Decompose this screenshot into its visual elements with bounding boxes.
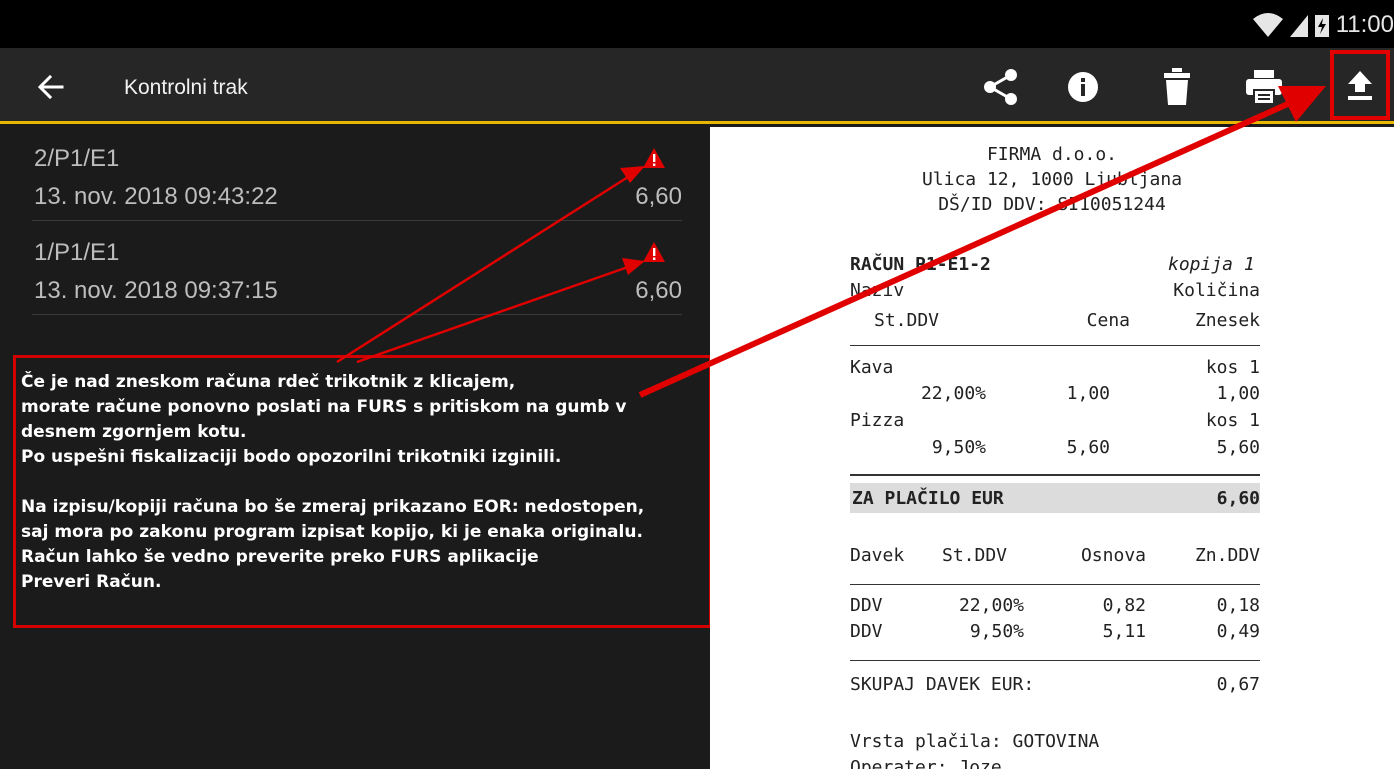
item-price: 1,00	[1066, 383, 1110, 404]
receipt-date: 13. nov. 2018 09:37:15	[34, 277, 278, 304]
copy-label: kopija 1	[1168, 254, 1255, 275]
tax-header: Davek	[850, 545, 905, 566]
annotation-line: desnem zgornjem kotu.	[21, 422, 247, 442]
divider	[850, 660, 1260, 661]
tax-row-vat: 0,18	[1216, 595, 1260, 616]
tax-header-vat: Zn.DDV	[1194, 545, 1260, 566]
trash-icon	[1164, 68, 1190, 105]
receipt-date: 13. nov. 2018 09:43:22	[34, 183, 278, 210]
header-qty: Količina	[1173, 280, 1260, 301]
tax-row-rate: 9,50%	[969, 621, 1024, 642]
item-qty: kos 1	[1205, 357, 1260, 378]
info-button[interactable]	[1059, 63, 1107, 111]
payment-method: Vrsta plačila: GOTOVINA	[850, 731, 1100, 752]
annotation-line: Po uspešni fiskalizaciji bodo opozorilni…	[21, 447, 562, 467]
item-amount: 5,60	[1216, 437, 1260, 458]
header-vat-rate: St.DDV	[874, 310, 940, 331]
warning-icon	[643, 242, 665, 262]
annotation-box: Če je nad zneskom računa rdeč trikotnik …	[13, 355, 712, 628]
back-button[interactable]	[32, 68, 72, 106]
share-icon	[984, 69, 1017, 105]
header-name: Naziv	[850, 280, 905, 301]
app-bar: Kontrolni trak	[0, 48, 1394, 124]
tax-row-base: 0,82	[1102, 595, 1146, 616]
tax-row-rate: 22,00%	[958, 595, 1024, 616]
total-value: 6,60	[1216, 488, 1260, 509]
upload-icon	[1348, 71, 1372, 100]
signal-icon	[1289, 15, 1308, 37]
item-vat-rate: 22,00%	[920, 383, 986, 404]
status-bar: 11:00	[0, 0, 1394, 48]
share-button[interactable]	[977, 63, 1025, 111]
company-address: Ulica 12, 1000 Ljubljana	[921, 169, 1183, 190]
arrow-back-icon	[37, 74, 64, 100]
divider	[850, 474, 1260, 476]
receipt-preview: FIRMA d.o.o. Ulica 12, 1000 Ljubljana DŠ…	[710, 127, 1394, 769]
item-amount: 1,00	[1216, 383, 1260, 404]
item-vat-rate: 9,50%	[931, 437, 986, 458]
tax-total-value: 0,67	[1216, 674, 1260, 695]
item-name: Pizza	[850, 410, 905, 431]
divider	[850, 584, 1260, 585]
divider	[850, 345, 1260, 346]
company-name: FIRMA d.o.o.	[986, 144, 1118, 165]
info-icon	[1068, 72, 1098, 102]
operator: Operater: Joze	[850, 757, 1002, 769]
tax-row-name: DDV	[850, 621, 883, 642]
annotation-line: morate račune ponovno poslati na FURS s …	[21, 397, 627, 417]
item-price: 5,60	[1066, 437, 1110, 458]
annotation-spacer	[21, 470, 705, 495]
annotation-line: Račun lahko še vedno preverite preko FUR…	[21, 547, 539, 567]
annotation-line: Preveri Račun.	[21, 572, 162, 592]
warning-icon	[643, 148, 665, 168]
invoice-number: RAČUN P1-E1-2	[850, 254, 991, 275]
tax-row-name: DDV	[850, 595, 883, 616]
header-price: Cena	[1086, 310, 1130, 331]
annotation-line: saj mora po zakonu program izpisat kopij…	[21, 522, 643, 542]
item-name: Kava	[850, 357, 894, 378]
list-item[interactable]: 2/P1/E1 13. nov. 2018 09:43:22 6,60	[32, 127, 682, 221]
wifi-icon	[1252, 13, 1283, 37]
printer-icon	[1246, 70, 1282, 105]
tax-row-base: 5,11	[1102, 621, 1146, 642]
receipt-id: 1/P1/E1	[34, 239, 120, 266]
battery-charging-icon	[1314, 15, 1329, 37]
status-time: 11:00	[1335, 11, 1394, 38]
item-qty: kos 1	[1205, 410, 1260, 431]
tax-total-label: SKUPAJ DAVEK EUR:	[850, 674, 1035, 695]
annotation-line: Na izpisu/kopiji računa bo še zmeraj pri…	[21, 497, 645, 517]
company-tax-id: DŠ/ID DDV: SI10051244	[938, 194, 1166, 215]
page-title: Kontrolni trak	[124, 76, 248, 99]
tax-header-base: Osnova	[1080, 545, 1146, 566]
tax-row-vat: 0,49	[1216, 621, 1260, 642]
annotation-line: Če je nad zneskom računa rdeč trikotnik …	[21, 372, 516, 392]
header-amount: Znesek	[1194, 310, 1260, 331]
list-item[interactable]: 1/P1/E1 13. nov. 2018 09:37:15 6,60	[32, 221, 682, 315]
print-button[interactable]	[1240, 63, 1288, 111]
status-icons: 11:00	[1252, 10, 1394, 40]
upload-button[interactable]	[1330, 50, 1390, 120]
tax-header-rate: St.DDV	[942, 545, 1008, 566]
delete-button[interactable]	[1153, 63, 1201, 111]
total-label: ZA PLAČILO EUR	[852, 488, 1004, 509]
receipt-amount: 6,60	[635, 183, 682, 210]
receipt-amount: 6,60	[635, 277, 682, 304]
receipt-id: 2/P1/E1	[34, 145, 120, 172]
